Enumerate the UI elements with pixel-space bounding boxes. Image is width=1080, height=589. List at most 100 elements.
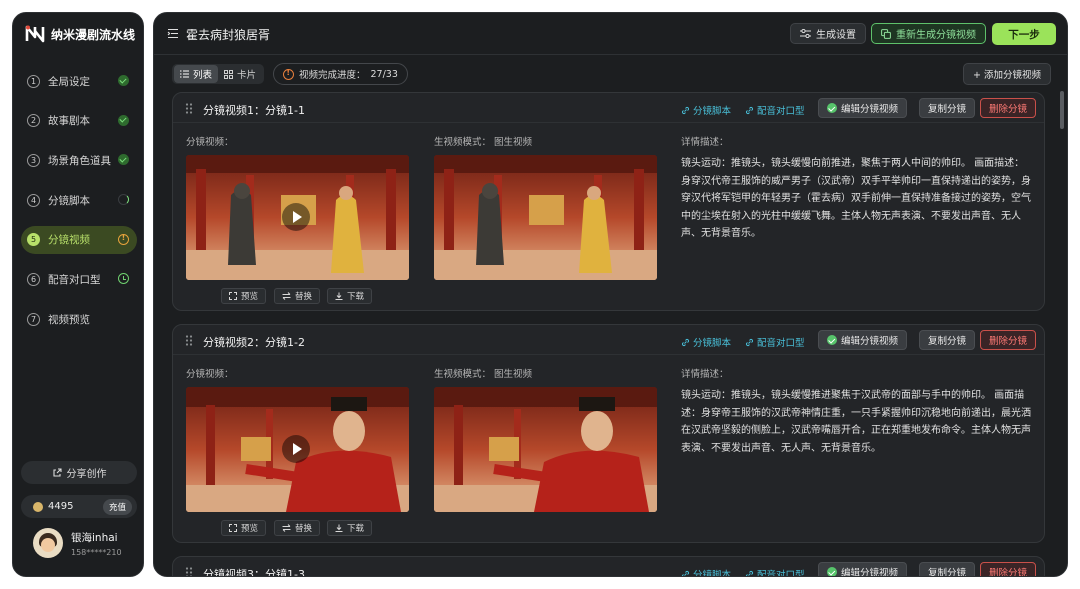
replace-button[interactable]: 替换 <box>274 288 321 304</box>
sidebar: 纳米漫剧流水线 1 全局设定 2 故事剧本 3 场景角色道具 4 分镜脚本 5 … <box>12 12 144 577</box>
dubbing-link[interactable]: 配音对口型 <box>745 335 805 349</box>
collapse-menu-icon[interactable] <box>167 28 179 39</box>
storyboard-script-link[interactable]: 分镜脚本 <box>681 335 731 349</box>
edit-shot-video-button[interactable]: 编辑分镜视频 <box>818 330 908 350</box>
regenerate-label: 重新生成分镜视频 <box>896 30 976 41</box>
edit-shot-video-button[interactable]: 编辑分镜视频 <box>818 562 908 577</box>
user-profile[interactable]: 银海inhai 158*****210 <box>33 528 122 558</box>
step-story-script[interactable]: 2 故事剧本 <box>21 107 137 135</box>
link-icon <box>681 106 690 114</box>
user-name: 银海inhai <box>71 531 118 544</box>
page-title: 霍去病封狼居胥 <box>186 28 271 42</box>
progress-ring-icon <box>118 194 129 206</box>
dubbing-link[interactable]: 配音对口型 <box>745 567 805 577</box>
drag-handle-icon[interactable] <box>185 567 193 577</box>
list-view-label: 列表 <box>193 70 213 81</box>
copy-shot-button[interactable]: 复制分镜 <box>919 330 976 350</box>
shot-card: 分镜视频3：分镜1-3 分镜脚本 配音对口型 编辑分镜视频 复制分镜 删除分镜 <box>172 556 1045 577</box>
scrollbar-thumb[interactable] <box>1060 91 1064 129</box>
storyboard-script-link[interactable]: 分镜脚本 <box>681 567 731 576</box>
copy-shot-button[interactable]: 复制分镜 <box>919 562 976 576</box>
clock-icon <box>118 273 129 285</box>
storyboard-script-link[interactable]: 分镜脚本 <box>681 103 731 117</box>
step-storyboard-video[interactable]: 5 分镜视频 <box>21 225 137 254</box>
link-icon <box>681 570 690 576</box>
app-logo: 纳米漫剧流水线 <box>25 25 135 43</box>
check-circle-icon <box>827 103 837 113</box>
avatar <box>33 528 63 558</box>
view-toolbar: 列表 卡片 视频完成进度： 27/33 + 添加分镜视频 <box>154 63 1067 87</box>
edit-shot-video-button[interactable]: 编辑分镜视频 <box>818 98 908 118</box>
preview-button[interactable]: 预览 <box>221 520 267 536</box>
video-progress-badge: 视频完成进度： 27/33 <box>273 63 408 85</box>
preview-label: 预览 <box>241 524 259 534</box>
step-number: 3 <box>27 153 40 167</box>
download-button[interactable]: 下载 <box>327 288 373 304</box>
step-scene-characters[interactable]: 3 场景角色道具 <box>21 146 137 174</box>
mode-value: 图生视频 <box>494 369 533 380</box>
step-list: 1 全局设定 2 故事剧本 3 场景角色道具 4 分镜脚本 5 分镜视频 6 配… <box>21 67 137 345</box>
shot-card-header: 分镜视频1：分镜1-1 分镜脚本 配音对口型 编辑分镜视频 复制分镜 删除分镜 <box>173 93 1044 123</box>
download-icon <box>335 524 343 532</box>
next-step-button[interactable]: 下一步 <box>992 23 1056 45</box>
expand-icon <box>229 292 237 300</box>
dubbing-link-label: 配音对口型 <box>757 570 805 577</box>
step-label: 场景角色道具 <box>48 154 111 167</box>
dubbing-link[interactable]: 配音对口型 <box>745 103 805 117</box>
progress-label: 视频完成进度： <box>299 70 366 81</box>
dubbing-link-label: 配音对口型 <box>757 106 805 117</box>
video-thumbnail[interactable] <box>186 387 409 512</box>
source-image-thumbnail[interactable] <box>434 387 657 512</box>
list-icon <box>180 70 189 78</box>
check-circle-icon <box>118 114 129 126</box>
view-toggle: 列表 卡片 <box>172 64 265 84</box>
header: 霍去病封狼居胥 生成设置 重新生成分镜视频 下一步 <box>154 13 1067 55</box>
check-circle-icon <box>827 567 837 576</box>
mode-label: 生视频模式： 图生视频 <box>434 134 532 148</box>
source-image-thumbnail[interactable] <box>434 155 657 280</box>
copy-shot-button[interactable]: 复制分镜 <box>919 98 976 118</box>
preview-button[interactable]: 预览 <box>221 288 267 304</box>
dubbing-link-label: 配音对口型 <box>757 338 805 349</box>
video-thumbnail[interactable] <box>186 155 409 280</box>
credits-value: 4495 <box>48 501 74 512</box>
step-dubbing-lipsync[interactable]: 6 配音对口型 <box>21 265 137 293</box>
coin-icon <box>33 501 43 512</box>
share-button[interactable]: 分享创作 <box>21 461 137 484</box>
video-label: 分镜视频： <box>186 369 234 380</box>
delete-shot-button[interactable]: 删除分镜 <box>980 330 1037 350</box>
drag-handle-icon[interactable] <box>185 335 193 346</box>
copy-icon <box>881 28 891 39</box>
step-label: 分镜视频 <box>48 234 90 247</box>
edit-label: 编辑分镜视频 <box>841 336 899 347</box>
regenerate-videos-button[interactable]: 重新生成分镜视频 <box>871 23 986 44</box>
download-label: 下载 <box>347 524 365 534</box>
download-button[interactable]: 下载 <box>327 520 373 536</box>
step-label: 全局设定 <box>48 75 90 88</box>
step-number: 7 <box>27 312 40 326</box>
step-number: 2 <box>27 114 40 128</box>
play-icon[interactable] <box>282 203 310 231</box>
step-storyboard-script[interactable]: 4 分镜脚本 <box>21 186 137 214</box>
add-shot-video-button[interactable]: + 添加分镜视频 <box>963 63 1051 85</box>
mode-label: 生视频模式： 图生视频 <box>434 366 532 380</box>
play-icon[interactable] <box>282 435 310 463</box>
replace-button[interactable]: 替换 <box>274 520 321 536</box>
list-view-tab[interactable]: 列表 <box>174 65 219 83</box>
script-link-label: 分镜脚本 <box>693 106 732 117</box>
drag-handle-icon[interactable] <box>185 103 193 114</box>
shot-description: 镜头运动：推镜头，镜头缓慢向前推进，聚焦于两人中间的帅印。 画面描述：身穿汉代帝… <box>681 158 1031 239</box>
step-label: 故事剧本 <box>48 115 90 128</box>
recharge-button[interactable]: 充值 <box>102 498 132 515</box>
progress-value: 27/33 <box>370 68 398 80</box>
delete-shot-button[interactable]: 删除分镜 <box>980 98 1037 118</box>
step-video-preview[interactable]: 7 视频预览 <box>21 305 137 333</box>
delete-shot-button[interactable]: 删除分镜 <box>980 562 1037 576</box>
step-global-settings[interactable]: 1 全局设定 <box>21 67 137 95</box>
card-view-tab[interactable]: 卡片 <box>218 65 262 83</box>
edit-label: 编辑分镜视频 <box>841 568 899 577</box>
generation-settings-button[interactable]: 生成设置 <box>790 23 866 44</box>
grid-icon <box>224 69 234 79</box>
mode-value: 图生视频 <box>494 137 533 148</box>
swap-icon <box>282 292 291 300</box>
